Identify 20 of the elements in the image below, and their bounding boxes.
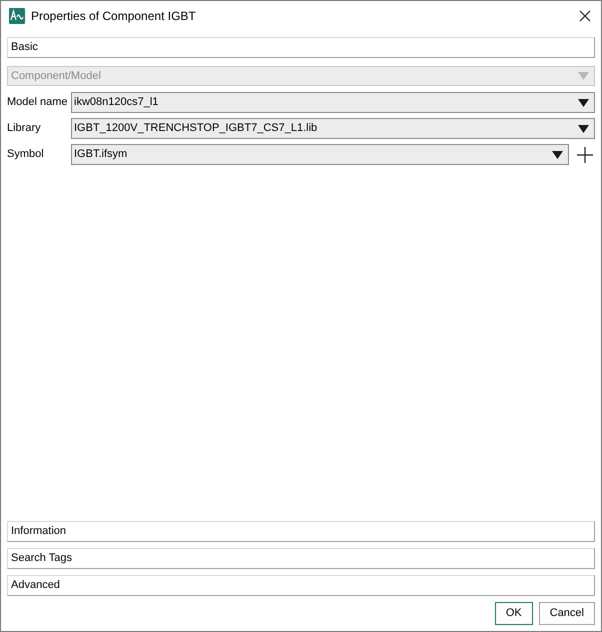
dropdown-caret-icon	[578, 124, 589, 132]
dropdown-caret-icon	[578, 98, 589, 106]
dropdown-caret-icon	[578, 72, 589, 80]
dropdown-field[interactable]: ikw08n120cs7_l1	[71, 92, 595, 113]
dialog-button[interactable]: OK	[494, 602, 533, 625]
add-icon[interactable]	[577, 146, 593, 162]
dropdown-caret-icon	[552, 150, 563, 158]
dropdown-field[interactable]: IGBT.ifsym	[71, 144, 569, 165]
close-icon[interactable]	[579, 10, 591, 22]
section-header[interactable]: Advanced	[7, 575, 595, 596]
field-label: Library	[7, 121, 42, 136]
field-label: Symbol	[7, 147, 45, 162]
app-logo-icon	[9, 8, 25, 24]
window-title: Properties of Component IGBT	[31, 8, 196, 25]
section-header[interactable]: Search Tags	[7, 548, 595, 569]
field-label: Model name	[7, 95, 69, 110]
dialog-button[interactable]: Cancel	[538, 602, 595, 625]
section-header[interactable]: Basic	[7, 37, 595, 58]
dropdown-field[interactable]: IGBT_1200V_TRENCHSTOP_IGBT7_CS7_L1.lib	[71, 118, 595, 139]
section-header[interactable]: Information	[7, 521, 595, 542]
